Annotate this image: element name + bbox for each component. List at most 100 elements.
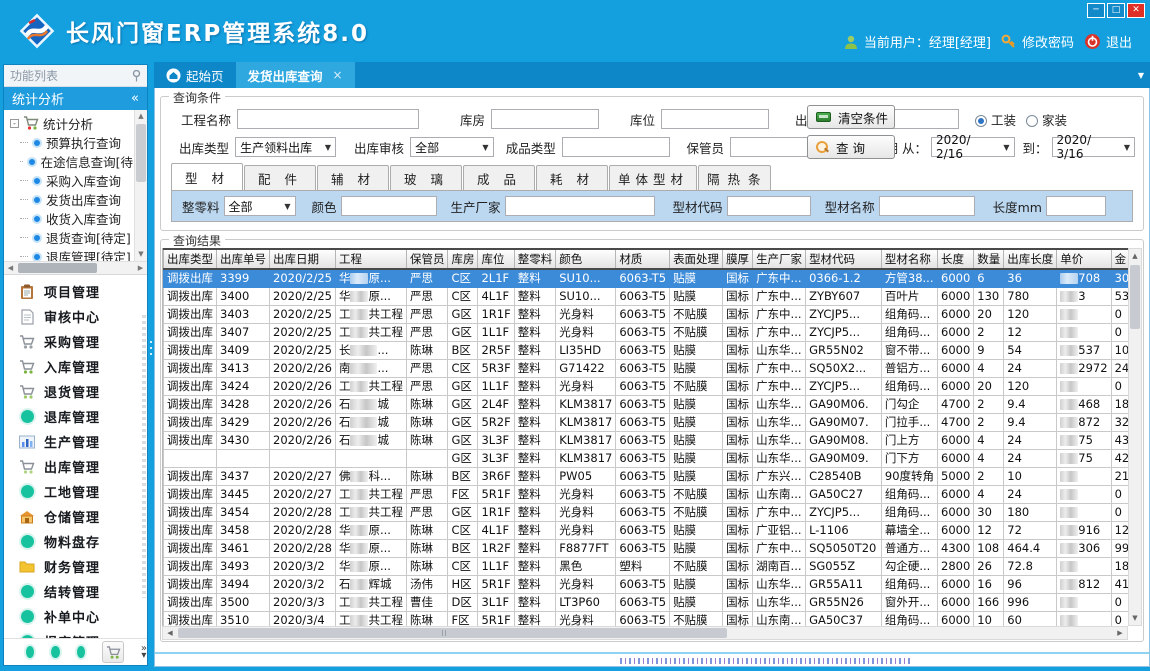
scroll-right-icon[interactable]: ▶ — [134, 262, 147, 275]
table-row[interactable]: 调拨出库34072020/2/25工共工程严思G区1L1F整料光身料6063-T… — [164, 323, 1129, 341]
sidebar-item-cart-out[interactable]: 出库管理 — [4, 454, 147, 479]
length-input[interactable] — [1046, 196, 1106, 216]
sidebar-item-dot[interactable]: 工地管理 — [4, 479, 147, 504]
quick-module-3-icon[interactable] — [77, 646, 85, 658]
column-header[interactable]: 数量 — [974, 249, 1004, 269]
table-row[interactable]: 调拨出库34302020/2/26石城陈琳G区3L3F整料KLM38176063… — [164, 431, 1129, 449]
table-row[interactable]: 调拨出库34452020/2/27工共工程严思F区5R1F整料光身料6063-T… — [164, 485, 1129, 503]
location-input[interactable] — [661, 109, 769, 129]
profile-code-input[interactable] — [727, 196, 811, 216]
tree-item[interactable]: 发货出库查询 — [20, 190, 133, 209]
scroll-down-icon[interactable]: ▼ — [135, 248, 147, 261]
sidebar-item-dot[interactable]: 报废管理 — [4, 629, 147, 638]
sidebar-item-audit-doc[interactable]: 审核中心 — [4, 304, 147, 329]
table-row[interactable]: 调拨出库34032020/2/25工共工程严思G区1R1F整料光身料6063-T… — [164, 305, 1129, 323]
material-tab[interactable]: 配 件 — [244, 165, 316, 190]
scroll-up-icon[interactable]: ▲ — [1129, 249, 1141, 263]
table-row[interactable]: 调拨出库35102020/3/4工共工程陈琳F区5R1F整料光身料6063-T5… — [164, 611, 1129, 626]
tree-expander-icon[interactable]: - — [10, 119, 19, 128]
radio-home[interactable]: 家装 — [1026, 110, 1077, 129]
more-modules-button[interactable]: »▾ — [141, 645, 147, 659]
minimize-button[interactable]: ─ — [1087, 3, 1105, 18]
date-from-picker[interactable]: 2020/ 2/16▼ — [931, 137, 1015, 157]
sidebar-item-cart-in[interactable]: 入库管理 — [4, 354, 147, 379]
material-tab[interactable]: 辅 材 — [317, 165, 389, 190]
material-tab[interactable]: 玻 璃 — [390, 165, 462, 190]
sidebar-item-cart[interactable]: 采购管理 — [4, 329, 147, 354]
sidebar-section-header[interactable]: 统计分析 « — [4, 87, 147, 110]
column-header[interactable]: 膜厚 — [723, 249, 753, 269]
change-password-button[interactable]: 修改密码 — [1001, 32, 1074, 51]
sidebar-item-folder[interactable]: 财务管理 — [4, 554, 147, 579]
radio-work-icon[interactable] — [975, 115, 987, 127]
column-header[interactable]: 工程 — [335, 249, 406, 269]
column-header[interactable]: 型材代码 — [806, 249, 882, 269]
quick-module-2-icon[interactable] — [51, 646, 59, 658]
column-header[interactable]: 出库长度 — [1004, 249, 1057, 269]
tab-close-icon[interactable]: × — [333, 68, 343, 82]
column-header[interactable]: 出库单号 — [217, 249, 270, 269]
tree-item[interactable]: 采购入库查询 — [20, 171, 133, 190]
clear-conditions-button[interactable]: 清空条件 — [807, 105, 895, 129]
scroll-left-icon[interactable]: ◀ — [4, 262, 17, 275]
sidebar-item-dot[interactable]: 补单中心 — [4, 604, 147, 629]
collapse-icon[interactable]: « — [131, 91, 139, 106]
pin-icon[interactable] — [132, 70, 141, 82]
column-header[interactable]: 颜色 — [556, 249, 616, 269]
table-row[interactable]: 调拨出库33992020/2/25华原...严思C区2L1F整料SU10...6… — [164, 269, 1129, 287]
scroll-right-icon[interactable]: ▶ — [1113, 627, 1127, 639]
radio-work[interactable]: 工装 — [975, 110, 1026, 129]
search-button[interactable]: 查 询 — [807, 135, 895, 159]
manufacturer-input[interactable] — [505, 196, 655, 216]
table-row[interactable]: 调拨出库34242020/2/26工共工程严思G区1L1F整料光身料6063-T… — [164, 377, 1129, 395]
material-tab[interactable]: 成 品 — [463, 165, 535, 190]
column-header[interactable]: 整零料 — [514, 249, 556, 269]
table-row[interactable]: 调拨出库34372020/2/27佛科...陈琳B区3R6F整料PW056063… — [164, 467, 1129, 485]
column-header[interactable]: 库位 — [478, 249, 514, 269]
tree-root-node[interactable]: - 统计分析 — [10, 113, 133, 133]
column-header[interactable]: 表面处理 — [670, 249, 723, 269]
logout-button[interactable]: 退出 — [1084, 32, 1132, 51]
table-row[interactable]: 调拨出库34282020/2/26石城陈琳G区2L4F整料KLM38176063… — [164, 395, 1129, 413]
cart-shortcut-button[interactable] — [102, 641, 124, 663]
table-row[interactable]: 调拨出库34002020/2/25华原...严思C区4L1F整料SU10...6… — [164, 287, 1129, 305]
column-header[interactable]: 出库类型 — [164, 249, 217, 269]
sidebar-item-dot[interactable]: 结转管理 — [4, 579, 147, 604]
scroll-down-icon[interactable]: ▼ — [1129, 611, 1141, 625]
tree-vertical-scrollbar[interactable]: ▲ ▼ — [134, 110, 147, 261]
whole-part-select[interactable]: 全部▼ — [224, 196, 296, 216]
column-header[interactable]: 库房 — [448, 249, 478, 269]
column-header[interactable]: 材质 — [616, 249, 670, 269]
sidebar-item-clipboard[interactable]: 项目管理 — [4, 279, 147, 304]
column-header[interactable]: 保管员 — [406, 249, 448, 269]
audit-select[interactable]: 全部▼ — [410, 137, 494, 157]
material-tab[interactable]: 型 材 — [171, 163, 243, 190]
tab-home[interactable]: 起始页 — [154, 62, 236, 88]
material-tab[interactable]: 隔 热 条 — [698, 165, 771, 190]
column-header[interactable]: 生产厂家 — [753, 249, 806, 269]
quick-module-1-icon[interactable] — [26, 646, 34, 658]
sidebar-item-cart-return[interactable]: 退货管理 — [4, 379, 147, 404]
table-vertical-scrollbar[interactable]: ▲ ▼ — [1128, 248, 1142, 626]
sidebar-item-dot[interactable]: 退库管理 — [4, 404, 147, 429]
tree-item[interactable]: 退货查询[待定] — [20, 228, 133, 247]
tree-item[interactable]: 在途信息查询[待 — [20, 152, 133, 171]
table-row[interactable]: 调拨出库34292020/2/26石城陈琳G区5R2F整料KLM38176063… — [164, 413, 1129, 431]
table-row[interactable]: 调拨出库34132020/2/26南...严思C区5R3F整料G71422606… — [164, 359, 1129, 377]
project-name-input[interactable] — [237, 109, 419, 129]
table-row[interactable]: 调拨出库34612020/2/28华原...陈琳B区1R2F整料F8877FT6… — [164, 539, 1129, 557]
warehouse-input[interactable] — [491, 109, 599, 129]
table-row[interactable]: 调拨出库34542020/2/28工共工程严思G区1R1F整料光身料6063-T… — [164, 503, 1129, 521]
outbound-type-select[interactable]: 生产领料出库▼ — [235, 137, 336, 157]
table-row[interactable]: 调拨出库35002020/3/3工共工程曹佳D区3L1F整料LT3P606063… — [164, 593, 1129, 611]
color-input[interactable] — [341, 196, 437, 216]
table-row[interactable]: 调拨出库34932020/3/2华原...陈琳C区1L1F整料黑色塑料不贴膜国标… — [164, 557, 1129, 575]
tab-shipment-query[interactable]: 发货出库查询 × — [236, 62, 355, 88]
table-row[interactable]: 调拨出库34092020/2/25长...陈琳B区2R5F整料LI35HD606… — [164, 341, 1129, 359]
sidebar-item-warehouse[interactable]: 仓储管理 — [4, 504, 147, 529]
menu-scrollbar[interactable] — [142, 315, 146, 598]
column-header[interactable]: 长度 — [938, 249, 974, 269]
tree-item[interactable]: 收货入库查询 — [20, 209, 133, 228]
profile-name-input[interactable] — [879, 196, 975, 216]
tree-item[interactable]: 预算执行查询 — [20, 133, 133, 152]
